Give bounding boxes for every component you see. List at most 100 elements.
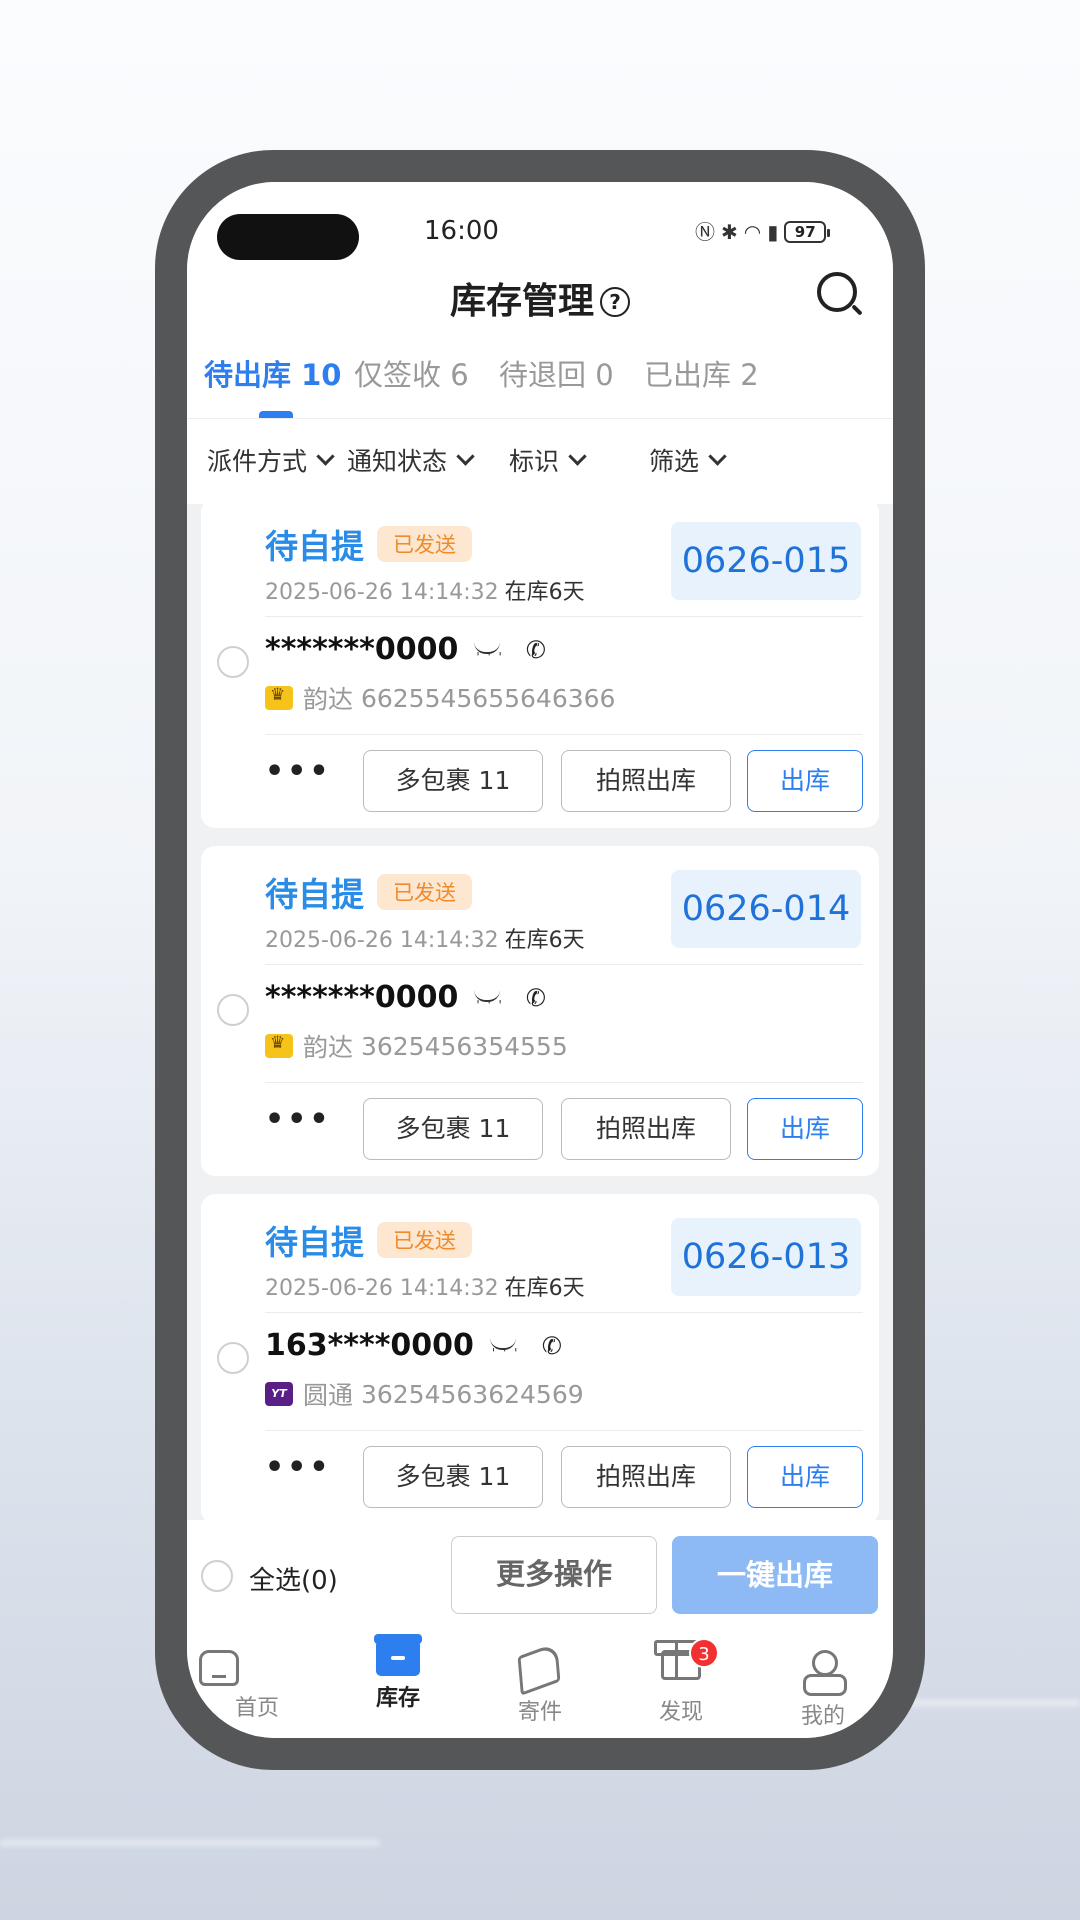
select-all-radio[interactable] — [201, 1560, 233, 1592]
tab-pending-out[interactable]: 待出库 10 — [204, 352, 341, 394]
arrival-time: 2025-06-26 14:14:32 在库6天 — [265, 922, 585, 954]
more-icon[interactable]: ••• — [265, 754, 332, 789]
courier-name: 韵达 — [303, 685, 354, 714]
more-icon[interactable]: ••• — [265, 1450, 332, 1485]
help-icon[interactable]: ? — [600, 287, 630, 317]
filter-mark[interactable]: 标识 — [509, 442, 587, 478]
phone-number: *******0000 — [265, 980, 459, 1015]
pickup-status: 待自提 — [265, 527, 364, 566]
status-time: 16:00 — [424, 216, 499, 246]
inventory-icon — [374, 1634, 422, 1676]
bluetooth-icon: ✱ — [721, 220, 738, 244]
pickup-status: 待自提 — [265, 1223, 364, 1262]
bottom-nav: 首页 库存 寄件 3 发现 我的 — [187, 1634, 893, 1738]
multi-package-button[interactable]: 多包裹 11 — [363, 1098, 543, 1160]
photo-checkout-button[interactable]: 拍照出库 — [561, 1446, 731, 1508]
phone-call-icon[interactable]: ✆ — [540, 1330, 565, 1361]
bottom-bar: 全选(0) 更多操作 一键出库 首页 库存 寄件 3 发现 我的 — [187, 1520, 893, 1738]
nav-send[interactable]: 寄件 — [480, 1638, 600, 1726]
more-icon[interactable]: ••• — [265, 1102, 332, 1137]
filter-notify-status[interactable]: 通知状态 — [347, 442, 475, 478]
tracking-number: 3625456354555 — [360, 1031, 568, 1061]
tab-bar: 待出库 10 仅签收 6 待退回 0 已出库 2 — [187, 352, 893, 412]
courier-info: 韵达 3625456354555 — [265, 1028, 568, 1064]
notification-badge: 3 — [689, 1638, 719, 1668]
package-card[interactable]: 待自提 已发送 2025-06-26 14:14:32 在库6天 0626-015… — [201, 504, 879, 828]
profile-icon — [801, 1650, 847, 1696]
tab-pending-return[interactable]: 待退回 0 — [499, 352, 614, 394]
camera-cutout — [217, 214, 359, 260]
eye-closed-icon[interactable] — [474, 990, 504, 1012]
tab-signed-only[interactable]: 仅签收 6 — [354, 352, 469, 394]
send-icon — [517, 1642, 562, 1696]
alert-icon: ▮ — [767, 220, 779, 244]
courier-info: 韵达 6625545655646366 — [265, 680, 615, 716]
select-radio[interactable] — [217, 646, 249, 678]
courier-name: 韵达 — [303, 1033, 354, 1062]
filter-bar: 派件方式 通知状态 标识 筛选 — [187, 442, 893, 482]
yunda-logo-icon — [265, 685, 293, 710]
tracking-number: 6625545655646366 — [360, 683, 616, 713]
package-card[interactable]: 待自提 已发送 2025-06-26 14:14:32 在库6天 0626-014… — [201, 846, 879, 1176]
eye-closed-icon[interactable] — [489, 1338, 519, 1360]
yto-logo-icon: YT — [265, 1382, 293, 1406]
eye-closed-icon[interactable] — [474, 642, 504, 664]
page-title: 库存管理? — [187, 272, 893, 324]
notify-badge: 已发送 — [377, 874, 472, 910]
package-card[interactable]: 待自提 已发送 2025-06-26 14:14:32 在库6天 0626-013… — [201, 1194, 879, 1524]
divider — [265, 964, 863, 965]
checkout-button[interactable]: 出库 — [747, 1446, 863, 1508]
arrival-time-text: 2025-06-26 14:14:32 — [265, 580, 499, 605]
one-key-checkout-button[interactable]: 一键出库 — [672, 1536, 878, 1614]
search-icon[interactable] — [817, 272, 857, 312]
pickup-code: 0626-015 — [671, 522, 861, 600]
recipient-phone: *******0000 ✆ — [265, 632, 549, 667]
checkout-button[interactable]: 出库 — [747, 1098, 863, 1160]
phone-screen: 16:00 Ⓝ ✱ ◠ ▮ 97 库存管理? 待出库 10 仅签收 6 待退回 … — [187, 182, 893, 1738]
multi-package-button[interactable]: 多包裹 11 — [363, 750, 543, 812]
status-icons: Ⓝ ✱ ◠ ▮ 97 — [695, 220, 831, 244]
nav-label: 发现 — [658, 1700, 703, 1725]
chevron-down-icon — [708, 446, 727, 466]
nav-label: 寄件 — [517, 1700, 562, 1725]
more-operations-button[interactable]: 更多操作 — [451, 1536, 657, 1614]
send-icon-shape — [517, 1642, 561, 1696]
arrival-time: 2025-06-26 14:14:32 在库6天 — [265, 1270, 585, 1302]
nav-discover[interactable]: 3 发现 — [621, 1638, 741, 1726]
pickup-status: 待自提 — [265, 875, 364, 914]
notify-badge: 已发送 — [377, 1222, 472, 1258]
pickup-code: 0626-013 — [671, 1218, 861, 1296]
nav-profile[interactable]: 我的 — [763, 1638, 883, 1730]
multi-package-button[interactable]: 多包裹 11 — [363, 1446, 543, 1508]
divider — [265, 1312, 863, 1313]
divider — [265, 1430, 863, 1431]
yunda-logo-icon — [265, 1033, 293, 1058]
recipient-phone: *******0000 ✆ — [265, 980, 549, 1015]
days-in-stock: 在库6天 — [504, 928, 585, 953]
filter-label: 标识 — [509, 447, 560, 476]
checkout-button[interactable]: 出库 — [747, 750, 863, 812]
select-radio[interactable] — [217, 1342, 249, 1374]
background-line — [0, 1840, 380, 1846]
select-radio[interactable] — [217, 994, 249, 1026]
nav-inventory[interactable]: 库存 — [338, 1634, 458, 1712]
phone-call-icon[interactable]: ✆ — [524, 634, 549, 665]
home-icon — [199, 1650, 239, 1686]
photo-checkout-button[interactable]: 拍照出库 — [561, 750, 731, 812]
filter-label: 筛选 — [649, 447, 700, 476]
divider — [187, 418, 893, 419]
arrival-time-text: 2025-06-26 14:14:32 — [265, 928, 499, 953]
phone-call-icon[interactable]: ✆ — [524, 982, 549, 1013]
courier-info: YT 圆通 36254563624569 — [265, 1376, 584, 1412]
arrival-time-text: 2025-06-26 14:14:32 — [265, 1276, 499, 1301]
filter-delivery-method[interactable]: 派件方式 — [207, 442, 335, 478]
filter-label: 通知状态 — [347, 447, 448, 476]
phone-number: *******0000 — [265, 632, 459, 667]
notify-badge: 已发送 — [377, 526, 472, 562]
select-all-label[interactable]: 全选(0) — [249, 1560, 338, 1597]
tab-shipped-out[interactable]: 已出库 2 — [644, 352, 759, 394]
nav-home[interactable]: 首页 — [197, 1638, 317, 1722]
photo-checkout-button[interactable]: 拍照出库 — [561, 1098, 731, 1160]
filter-more[interactable]: 筛选 — [649, 442, 727, 478]
divider — [265, 616, 863, 617]
